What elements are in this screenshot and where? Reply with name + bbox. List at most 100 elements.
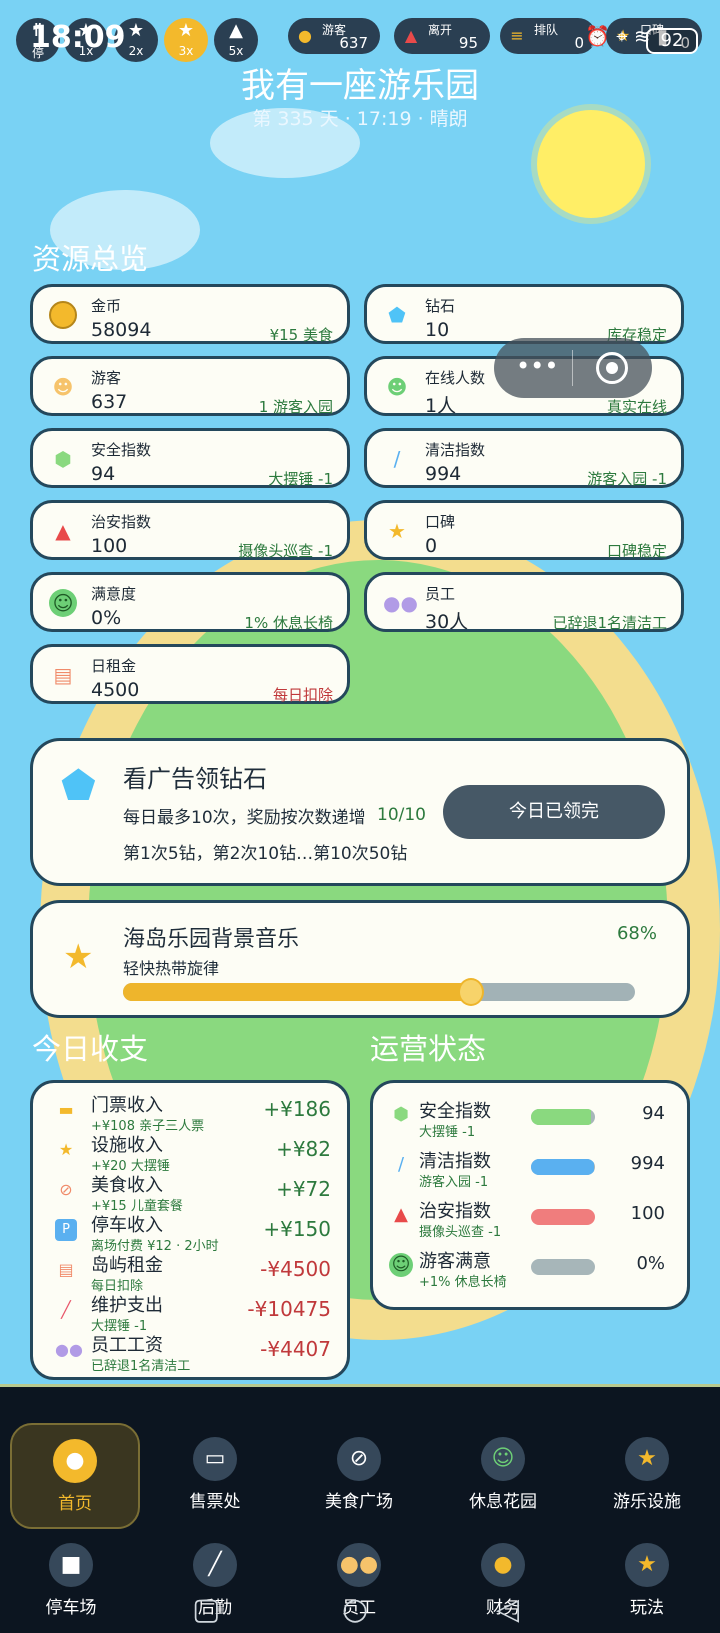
ad-panel-rule: 每日最多10次，奖励按次数递增 bbox=[123, 808, 366, 828]
staff-icon: ●● bbox=[337, 1543, 381, 1587]
queue-count-pill: ≡ 排队 0 bbox=[500, 18, 596, 54]
ticket-icon: ▭ bbox=[193, 1437, 237, 1481]
nav-rides[interactable]: ★ 游乐设施 bbox=[582, 1423, 712, 1529]
location-icon: ⌖ bbox=[616, 24, 628, 48]
ops-row-cleanliness: / 清洁指数 游客入园 -1 994 bbox=[373, 1147, 693, 1195]
ledger-row: ╱ 维护支出 大摆锤 -1 -¥10475 bbox=[33, 1291, 347, 1334]
ticket-icon: ▬ bbox=[58, 1100, 74, 1119]
volume-slider-fill bbox=[123, 983, 472, 1001]
music-subtitle: 轻快热带旋律 bbox=[123, 959, 220, 978]
recent-apps-icon[interactable]: ▢ bbox=[192, 1592, 220, 1627]
warning-icon: ▲ bbox=[404, 26, 418, 45]
diamond-icon: ⬟ bbox=[61, 763, 96, 809]
page-title: 我有一座游乐园 bbox=[241, 66, 479, 106]
capsule-divider bbox=[572, 350, 573, 386]
nav-home[interactable]: ● 首页 bbox=[10, 1423, 140, 1529]
nav-food-court[interactable]: ⊘ 美食广场 bbox=[294, 1423, 424, 1529]
music-panel: ★ 海岛乐园背景音乐 轻快热带旋律 68% bbox=[30, 900, 690, 1018]
resource-card-satisfaction[interactable]: ☺ 满意度 0% 1% 休息长椅 bbox=[30, 572, 350, 632]
coin-icon: ● bbox=[481, 1543, 525, 1587]
warning-icon: ▲ bbox=[229, 20, 243, 41]
smile-icon: ☺ bbox=[389, 1253, 413, 1277]
nav-rest-garden[interactable]: ☺ 休息花园 bbox=[438, 1423, 568, 1529]
shield-icon: ⬢ bbox=[54, 447, 72, 471]
ops-level-bar bbox=[531, 1209, 595, 1225]
ledger-row: ●● 员工工资 已辞退1名清洁工 -¥4407 bbox=[55, 1335, 331, 1374]
volume-slider[interactable] bbox=[123, 978, 635, 1006]
status-time: 18:09 bbox=[30, 20, 126, 55]
coin-icon: ● bbox=[53, 1439, 97, 1483]
staff-icon: ●● bbox=[55, 1340, 83, 1359]
speed-3x-button[interactable]: ★ 3x bbox=[164, 18, 208, 62]
ledger-row: ★ 设施收入 +¥20 大摆锤 +¥82 bbox=[33, 1131, 347, 1174]
home-icon[interactable]: ○ bbox=[342, 1592, 368, 1627]
ops-level-bar bbox=[531, 1259, 595, 1275]
ops-row-safety: ⬢ 安全指数 大摆锤 -1 94 bbox=[373, 1097, 693, 1145]
alert-icon: ▲ bbox=[55, 519, 71, 543]
shield-icon: ⬢ bbox=[393, 1104, 409, 1125]
ad-count: 10/10 bbox=[377, 805, 426, 825]
back-icon[interactable]: ◁ bbox=[496, 1592, 519, 1627]
alert-icon: ▲ bbox=[394, 1204, 408, 1225]
resource-card-visitors[interactable]: ☻ 游客 637 1 游客入园 bbox=[30, 356, 350, 416]
nav-gameplay[interactable]: ★ 玩法 bbox=[582, 1529, 712, 1633]
miniprogram-capsule: ••• bbox=[494, 338, 652, 398]
leave-count-pill: ▲ 离开 95 bbox=[394, 18, 490, 54]
ride-icon: ★ bbox=[58, 1140, 74, 1159]
battery-indicator: 92 bbox=[646, 28, 698, 54]
operations-status-panel: ⬢ 安全指数 大摆锤 -1 94 /清洁指数 游客入园 -1 994 ▲ 治安指数 摄像头巡查… bbox=[370, 1080, 690, 1310]
smile-icon: ☺ bbox=[481, 1437, 525, 1481]
reputation-icon: ★ bbox=[388, 519, 406, 543]
ride-icon: ★ bbox=[625, 1543, 669, 1587]
food-icon: ⊘ bbox=[337, 1437, 381, 1481]
resource-card-security[interactable]: ▲ 治安指数 100 摄像头巡查 -1 bbox=[30, 500, 350, 560]
alarm-icon: ⏰ bbox=[584, 24, 610, 48]
resource-card-cleanliness[interactable]: / 清洁指数 994 游客入园 -1 bbox=[364, 428, 684, 488]
resource-card-staff[interactable]: ●● 员工 30人 已辞退1名清洁工 bbox=[364, 572, 684, 633]
ledger-row: ⊘ 美食收入 +¥15 儿童套餐 +¥72 bbox=[33, 1171, 347, 1214]
wrench-icon: ╱ bbox=[61, 1300, 71, 1319]
smile-icon: ☺ bbox=[49, 589, 77, 617]
speed-icon: ★ bbox=[177, 20, 195, 41]
visitor-icon: ☻ bbox=[52, 375, 74, 399]
person-icon: ● bbox=[298, 26, 312, 45]
rent-icon: ▤ bbox=[53, 663, 73, 687]
ledger-row: ▤ 岛屿租金 每日扣除 -¥4500 bbox=[33, 1251, 347, 1294]
resource-card-safety[interactable]: ⬢ 安全指数 94 大摆锤 -1 bbox=[30, 428, 350, 488]
bottom-navigation: ● 首页 ▭ 售票处 ⊘ 美食广场 ☺ 休息花园 ★ 游乐设施 ■ 停车场 ╱ 后勤 ●● 员工… bbox=[0, 1384, 720, 1633]
close-miniprogram-icon[interactable] bbox=[596, 352, 628, 384]
resource-card-rent[interactable]: ▤ 日租金 4500 每日扣除 bbox=[30, 644, 350, 704]
nav-ticket-office[interactable]: ▭ 售票处 bbox=[150, 1423, 280, 1529]
resource-card-reputation[interactable]: ★ 口碑 0 口碑稳定 bbox=[364, 500, 684, 560]
claim-ad-reward-button[interactable]: 今日已领完 bbox=[443, 785, 665, 839]
ad-reward-panel: ⬟ 看广告领钻石 每日最多10次，奖励按次数递增 10/10 第1次5钻，第2次… bbox=[30, 738, 690, 886]
ops-heading: 运营状态 bbox=[370, 1032, 487, 1066]
coin-icon bbox=[49, 301, 77, 329]
parking-icon: ■ bbox=[49, 1543, 93, 1587]
diamond-icon: ⬟ bbox=[388, 303, 406, 327]
more-menu-icon[interactable]: ••• bbox=[516, 352, 558, 380]
ops-row-security: ▲ 治安指数 摄像头巡查 -1 100 bbox=[373, 1197, 693, 1245]
food-icon: ⊘ bbox=[59, 1180, 73, 1199]
ops-row-satisfaction: ☺ 游客满意 +1% 休息长椅 0% bbox=[373, 1247, 693, 1295]
music-icon: ★ bbox=[63, 937, 94, 977]
ad-panel-reward-rule: 第1次5钻，第2次10钻…第10次50钻 bbox=[123, 844, 408, 864]
resource-card-gold[interactable]: 金币 58094 ¥15 美食 bbox=[30, 284, 350, 344]
resources-heading: 资源总览 bbox=[32, 242, 149, 276]
ops-level-bar bbox=[531, 1109, 595, 1125]
staff-icon: ●● bbox=[383, 591, 418, 615]
resource-card-diamond[interactable]: ⬟ 钻石 10 库存稳定 bbox=[364, 284, 684, 344]
ops-level-bar bbox=[531, 1159, 595, 1175]
rent-icon: ▤ bbox=[58, 1260, 74, 1279]
daily-ledger: ▬ 门票收入 +¥108 亲子三人票 +¥186 ★ 设施收入 +¥20 大摆锤 +¥82 … bbox=[30, 1080, 350, 1380]
nav-parking[interactable]: ■ 停车场 bbox=[6, 1529, 136, 1633]
visitor-count-pill: ● 游客 637 bbox=[288, 18, 380, 54]
music-volume-percent: 68% bbox=[616, 923, 657, 944]
speed-5x-button[interactable]: ▲ 5x bbox=[214, 18, 258, 62]
volume-slider-handle[interactable] bbox=[458, 978, 485, 1006]
ride-icon: ★ bbox=[625, 1437, 669, 1481]
wrench-icon: ╱ bbox=[193, 1543, 237, 1587]
parking-icon: P bbox=[55, 1219, 77, 1241]
queue-icon: ≡ bbox=[510, 26, 524, 45]
broom-icon: / bbox=[397, 1154, 405, 1175]
